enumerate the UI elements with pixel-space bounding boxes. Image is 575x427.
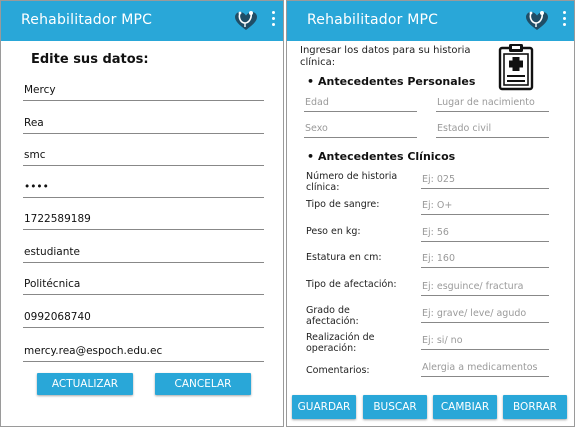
height-label: Estatura en cm: bbox=[306, 252, 382, 263]
more-vert-icon[interactable] bbox=[560, 11, 568, 31]
institution-field[interactable]: Politécnica bbox=[23, 273, 264, 295]
last-name-field[interactable]: Rea bbox=[23, 112, 264, 134]
sex-input[interactable]: Sexo bbox=[304, 120, 417, 138]
phone-field[interactable]: 0992068740 bbox=[23, 306, 264, 328]
comments-label: Comentarios: bbox=[306, 365, 370, 376]
delete-button[interactable]: BORRAR bbox=[503, 395, 567, 419]
occupation-field[interactable]: estudiante bbox=[23, 241, 264, 263]
username-field[interactable]: smc bbox=[23, 144, 264, 166]
comments-input[interactable]: Alergia a medicamentos bbox=[421, 359, 549, 377]
age-input[interactable]: Edad bbox=[304, 94, 417, 112]
app-bar: Rehabilitador MPC bbox=[1, 1, 283, 41]
weight-label: Peso en kg: bbox=[306, 226, 361, 237]
heart-stethoscope-icon bbox=[524, 9, 550, 33]
save-button[interactable]: GUARDAR bbox=[292, 395, 356, 419]
height-input[interactable]: Ej: 160 bbox=[421, 250, 549, 268]
clinical-history-title: Antecedentes Clínicos bbox=[307, 150, 455, 163]
password-field[interactable]: •••• bbox=[23, 176, 264, 198]
search-button[interactable]: BUSCAR bbox=[363, 395, 427, 419]
affection-type-label: Tipo de afectación: bbox=[306, 279, 397, 290]
weight-input[interactable]: Ej: 56 bbox=[421, 224, 549, 242]
affection-degree-input[interactable]: Ej: grave/ leve/ agudo bbox=[421, 305, 549, 323]
affection-type-input[interactable]: Ej: esguince/ fractura bbox=[421, 278, 549, 296]
edit-profile-screen: Rehabilitador MPC Edite sus datos: Mercy… bbox=[0, 0, 284, 427]
blood-type-input[interactable]: Ej: O+ bbox=[421, 197, 549, 215]
intro-text: Ingresar los datos para su historia clín… bbox=[300, 45, 471, 68]
birthplace-input[interactable]: Lugar de nacimiento bbox=[436, 94, 549, 112]
blood-type-label: Tipo de sangre: bbox=[306, 199, 380, 210]
app-title: Rehabilitador MPC bbox=[21, 12, 153, 28]
email-field[interactable]: mercy.rea@espoch.edu.ec bbox=[23, 340, 264, 362]
app-title: Rehabilitador MPC bbox=[307, 12, 439, 28]
id-number-field[interactable]: 1722589189 bbox=[23, 208, 264, 230]
record-number-label: Número de historia clínica: bbox=[306, 171, 398, 193]
app-bar: Rehabilitador MPC bbox=[287, 1, 574, 41]
heart-stethoscope-icon bbox=[233, 9, 259, 33]
affection-degree-label: Grado de afectación: bbox=[306, 305, 359, 327]
surgery-input[interactable]: Ej: si/ no bbox=[421, 332, 549, 350]
cancel-button[interactable]: CANCELAR bbox=[155, 373, 251, 395]
medical-clipboard-icon bbox=[498, 44, 534, 91]
clinical-history-screen: Rehabilitador MPC Ingresar los datos par… bbox=[286, 0, 575, 427]
first-name-field[interactable]: Mercy bbox=[23, 79, 264, 101]
surgery-label: Realización de operación: bbox=[306, 332, 375, 354]
edit-heading: Edite sus datos: bbox=[31, 52, 149, 67]
change-button[interactable]: CAMBIAR bbox=[433, 395, 497, 419]
marital-status-input[interactable]: Estado civil bbox=[436, 120, 549, 138]
more-vert-icon[interactable] bbox=[269, 11, 277, 31]
personal-history-title: Antecedentes Personales bbox=[307, 75, 475, 88]
update-button[interactable]: ACTUALIZAR bbox=[37, 373, 133, 395]
record-number-input[interactable]: Ej: 025 bbox=[421, 171, 549, 189]
